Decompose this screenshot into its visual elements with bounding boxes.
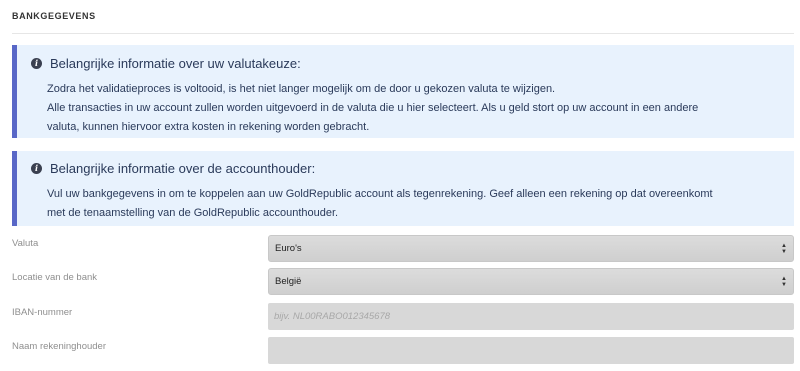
info-circle-icon: i (31, 58, 42, 69)
currency-select[interactable]: Euro's ▲ ▼ (268, 235, 794, 262)
select-arrows-icon: ▲ ▼ (781, 276, 787, 288)
bank-location-select-value: België (275, 276, 302, 287)
bank-location-label: Locatie van de bank (12, 272, 98, 283)
currency-info-heading-row: i Belangrijke informatie over uw valutak… (31, 56, 301, 71)
account-holder-row: Naam rekeninghouder (0, 337, 800, 364)
holder-info-line: met de tenaamstelling van de GoldRepubli… (47, 207, 339, 219)
bank-location-row: Locatie van de bank België ▲ ▼ (0, 268, 800, 295)
section-title: BANKGEGEVENS (12, 11, 96, 21)
currency-select-value: Euro's (275, 243, 302, 254)
iban-row: IBAN-nummer (0, 303, 800, 330)
currency-info-box: i Belangrijke informatie over uw valutak… (12, 45, 794, 138)
currency-row: Valuta Euro's ▲ ▼ (0, 235, 800, 262)
bank-location-select[interactable]: België ▲ ▼ (268, 268, 794, 295)
holder-info-heading: Belangrijke informatie over de accountho… (50, 161, 316, 176)
holder-info-line: Vul uw bankgegevens in om te koppelen aa… (47, 188, 713, 200)
currency-info-heading: Belangrijke informatie over uw valutakeu… (50, 56, 301, 71)
currency-info-line: valuta, kunnen hiervoor extra kosten in … (47, 121, 370, 133)
section-divider (12, 33, 794, 34)
select-arrows-icon: ▲ ▼ (781, 243, 787, 255)
iban-label: IBAN-nummer (12, 307, 73, 318)
account-holder-label: Naam rekeninghouder (12, 341, 107, 352)
account-holder-info-box: i Belangrijke informatie over de account… (12, 151, 794, 226)
account-holder-input[interactable] (268, 337, 794, 364)
currency-info-line: Zodra het validatieproces is voltooid, i… (47, 83, 556, 95)
info-circle-icon: i (31, 163, 42, 174)
holder-info-heading-row: i Belangrijke informatie over de account… (31, 161, 315, 176)
holder-info-body: Vul uw bankgegevens in om te koppelen aa… (47, 185, 778, 223)
currency-info-body: Zodra het validatieproces is voltooid, i… (47, 80, 778, 137)
iban-input[interactable] (268, 303, 794, 330)
currency-label: Valuta (12, 238, 39, 249)
currency-info-line: Alle transacties in uw account zullen wo… (47, 102, 699, 114)
